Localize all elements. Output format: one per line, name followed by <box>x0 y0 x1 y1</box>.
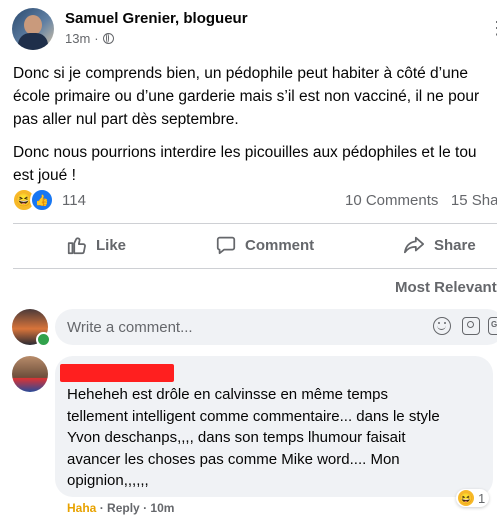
post-meta: 13m · <box>65 31 114 46</box>
like-button[interactable]: Like <box>66 232 126 258</box>
post-line: Donc nous pourrions interdire les picoui… <box>13 144 477 161</box>
share-button[interactable]: Share <box>402 232 476 258</box>
post-line: Donc si je comprends bien, un pédophile … <box>13 65 468 82</box>
online-status-indicator <box>36 332 51 347</box>
commenter-avatar[interactable] <box>12 356 48 392</box>
comment-sort-dropdown[interactable]: Most Relevant <box>395 279 497 296</box>
comment-reply-button[interactable]: Reply <box>107 501 140 515</box>
comment-reaction-summary[interactable]: 😆 1 <box>456 489 490 507</box>
gif-icon[interactable]: GIF <box>488 317 497 335</box>
comment-button[interactable]: Comment <box>215 232 314 258</box>
comment-input-placeholder: Write a comment... <box>67 319 193 336</box>
comment-line: avancer les choses pas comme Mike word..… <box>67 450 400 468</box>
post-stats: 10 Comments 15 Sha <box>345 192 497 209</box>
comment-action-dot: · <box>143 501 148 515</box>
post-line: est joué ! <box>13 167 76 184</box>
shares-count[interactable]: 15 Sha <box>451 192 497 209</box>
like-label: Like <box>96 236 127 254</box>
thumbs-up-icon <box>67 237 86 255</box>
comment-action-dot: · <box>99 501 104 515</box>
post-time[interactable]: 13m <box>65 31 90 46</box>
author-name[interactable]: Samuel Grenier, blogueur <box>65 10 248 27</box>
reaction-count[interactable]: 114 <box>62 192 86 209</box>
share-arrow-icon <box>403 236 425 254</box>
globe-icon <box>102 33 114 44</box>
redacted-commenter-name <box>60 364 174 382</box>
post-paragraph-2: Donc nous pourrions interdire les picoui… <box>13 141 497 187</box>
author-avatar[interactable] <box>12 8 54 50</box>
like-reaction-icon: 👍 <box>30 188 54 212</box>
avatar-body <box>18 33 48 50</box>
post-line: pas aller nul part dès septembre. <box>13 111 239 128</box>
comments-count[interactable]: 10 Comments <box>345 192 438 209</box>
camera-icon[interactable] <box>462 317 480 335</box>
comment-line: Heheheh est drôle en calvinsse en même t… <box>67 386 389 403</box>
comment-time[interactable]: 10m <box>150 501 174 515</box>
meta-separator: · <box>94 31 99 46</box>
avatar-face <box>24 15 42 35</box>
comment-haha-button[interactable]: Haha <box>67 501 96 515</box>
haha-reaction-icon: 😆 <box>458 490 474 506</box>
divider <box>13 223 497 224</box>
reaction-summary[interactable]: 😆 👍 114 <box>12 188 86 212</box>
emoji-icon[interactable] <box>433 317 451 335</box>
more-options-icon[interactable]: ⋮ <box>488 18 497 36</box>
post-line: école primaire ou d’une garderie mais s’… <box>13 88 480 105</box>
comment-text: Heheheh est drôle en calvinsse en même t… <box>67 384 487 492</box>
comment-actions: Haha · Reply · 10m <box>67 501 174 515</box>
comment-line: opignion,,,,,, <box>67 472 149 489</box>
post-body: Donc si je comprends bien, un pédophile … <box>13 62 497 197</box>
divider <box>13 268 497 269</box>
comment-label: Comment <box>245 236 315 254</box>
post-paragraph-1: Donc si je comprends bien, un pédophile … <box>13 62 497 131</box>
comment-line: tellement intelligent comme commentaire.… <box>67 407 440 425</box>
comment-line: Yvon deschanps,,,, dans son temps lhumou… <box>67 429 406 446</box>
share-label: Share <box>434 236 476 254</box>
comment-reaction-count: 1 <box>478 490 486 506</box>
comment-icon <box>216 236 236 255</box>
